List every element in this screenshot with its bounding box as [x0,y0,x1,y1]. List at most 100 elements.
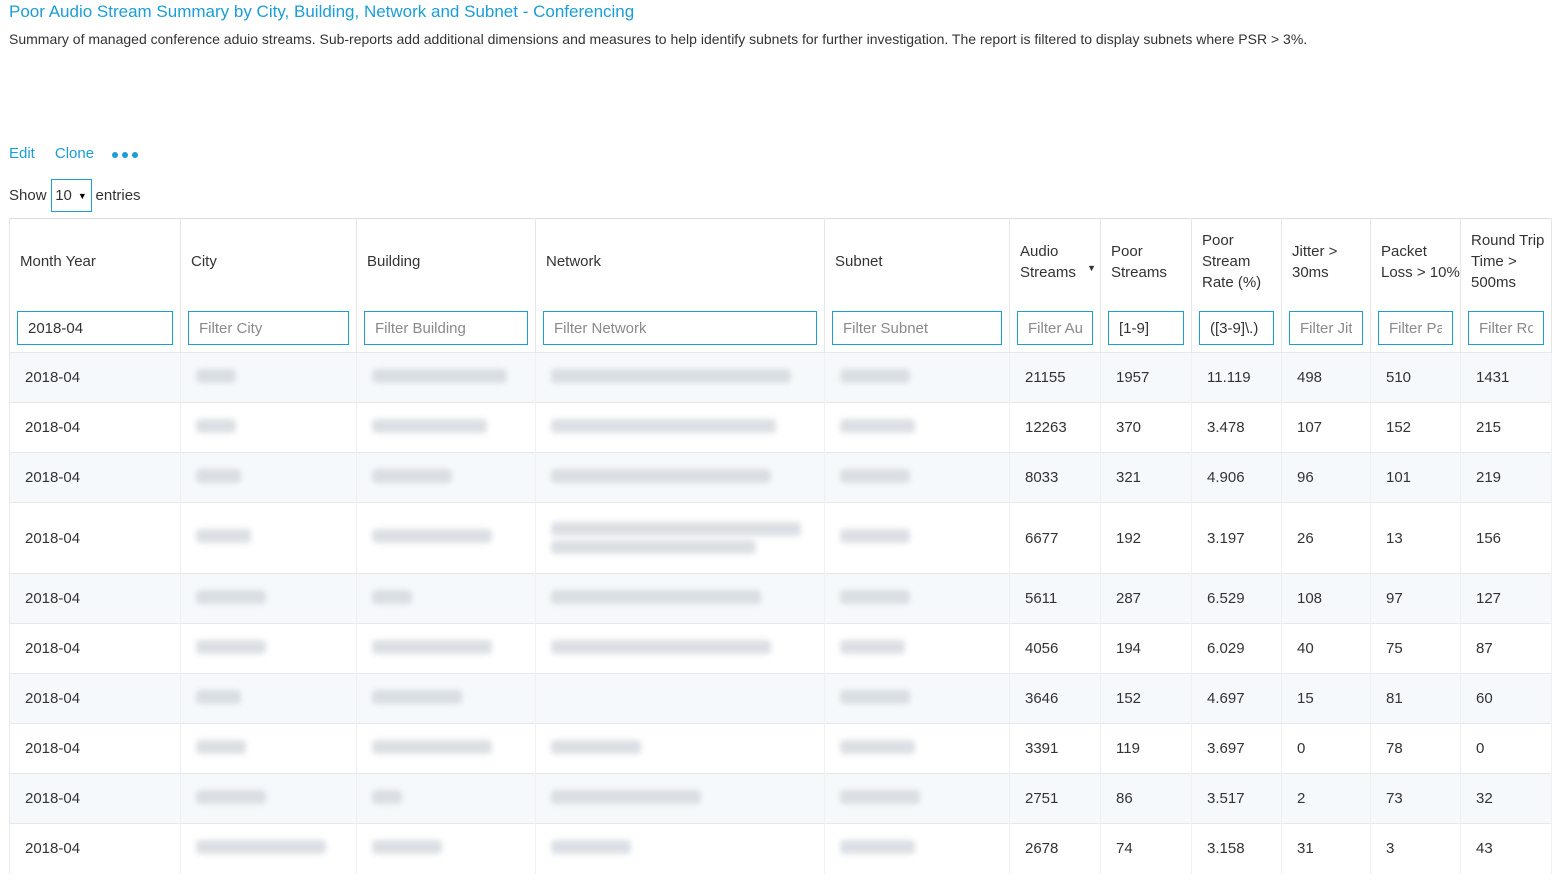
redacted-content [196,639,266,654]
cell-network [535,623,825,674]
redacted-content [372,468,452,483]
filter-network-input[interactable] [543,311,817,346]
column-header-audio-streams[interactable]: Audio Streams ▼ [1009,218,1101,305]
filter-jitter-input[interactable] [1289,311,1363,346]
cell-poor-stream-rate: 4.906 [1191,452,1282,503]
filter-audio-streams-input[interactable] [1017,311,1093,346]
redacted-content [372,839,442,854]
edit-link[interactable]: Edit [9,145,35,162]
redacted-content [551,739,641,754]
cell-building [356,623,536,674]
cell-round-trip-time: 60 [1460,673,1552,724]
redacted-content [551,639,771,654]
column-header-packet-loss[interactable]: Packet Loss > 10% [1370,218,1461,305]
filter-cell [180,304,357,353]
redacted-content [196,739,246,754]
column-header-jitter-label: Jitter > 30ms [1292,242,1338,281]
cell-building [356,502,536,574]
cell-jitter: 108 [1281,573,1371,624]
cell-network [535,402,825,453]
redacted-content [196,468,241,483]
cell-building [356,673,536,724]
column-header-network[interactable]: Network [535,218,825,305]
cell-network [535,352,825,403]
column-header-poor-stream-rate[interactable]: Poor Stream Rate (%) [1191,218,1282,305]
cell-packet-loss: 13 [1370,502,1461,574]
table-row: 2018-04 2751 86 3.517 2 73 32 [9,773,1552,824]
cell-network [535,773,825,824]
cell-poor-streams: 74 [1100,823,1192,874]
redacted-content [551,522,801,536]
cell-jitter: 2 [1281,773,1371,824]
cell-subnet [824,402,1010,453]
redacted-content [196,689,241,704]
column-header-subnet[interactable]: Subnet [824,218,1010,305]
redacted-content [196,839,326,854]
filter-poor-stream-rate-input[interactable] [1199,311,1274,346]
cell-month-year: 2018-04 [9,823,181,874]
filter-round-trip-input[interactable] [1468,311,1544,346]
cell-packet-loss: 73 [1370,773,1461,824]
redacted-content [196,529,251,543]
column-header-city[interactable]: City [180,218,357,305]
cell-audio-streams: 2751 [1009,773,1101,824]
redacted-content [372,529,492,543]
table-row: 2018-04 3646 152 4.697 15 81 60 [9,673,1552,724]
column-header-round-trip-time-label: Round Trip Time > 500ms [1471,232,1545,292]
cell-building [356,723,536,774]
page-length-control: Show 10 ▼ entries [9,179,141,212]
filter-building-input[interactable] [364,311,528,346]
more-horizontal-dots-icon[interactable] [112,150,139,158]
header-row: Month Year City Building Network Subnet … [9,218,1552,305]
cell-city [180,623,357,674]
cell-jitter: 96 [1281,452,1371,503]
cell-packet-loss: 75 [1370,623,1461,674]
redacted-content [551,522,824,554]
cell-audio-streams: 5611 [1009,573,1101,624]
cell-audio-streams: 3646 [1009,673,1101,724]
filter-month-year-input[interactable] [17,311,173,346]
cell-poor-streams: 370 [1100,402,1192,453]
redacted-content [840,589,910,604]
cell-network [535,452,825,503]
filter-cell [9,304,181,353]
table-row: 2018-04 4056 194 6.029 40 75 87 [9,623,1552,674]
cell-network [535,673,825,724]
report-title[interactable]: Poor Audio Stream Summary by City, Build… [9,2,634,22]
column-header-round-trip-time[interactable]: Round Trip Time > 500ms [1460,218,1552,305]
cell-round-trip-time: 87 [1460,623,1552,674]
clone-link[interactable]: Clone [55,145,94,162]
cell-audio-streams: 2678 [1009,823,1101,874]
cell-building [356,773,536,824]
cell-building [356,573,536,624]
column-header-building[interactable]: Building [356,218,536,305]
cell-round-trip-time: 43 [1460,823,1552,874]
column-header-poor-streams[interactable]: Poor Streams [1100,218,1192,305]
cell-round-trip-time: 0 [1460,723,1552,774]
cell-packet-loss: 78 [1370,723,1461,774]
entries-select[interactable]: 10 ▼ [50,179,92,212]
chevron-down-icon: ▼ [77,190,87,201]
cell-city [180,402,357,453]
filter-packet-loss-input[interactable] [1378,311,1453,346]
redacted-content [840,418,915,433]
cell-poor-stream-rate: 4.697 [1191,673,1282,724]
column-header-month-year[interactable]: Month Year [9,218,181,305]
cell-subnet [824,723,1010,774]
cell-city [180,502,357,574]
table-row: 2018-04 3391 119 3.697 0 78 0 [9,723,1552,774]
cell-poor-stream-rate: 3.697 [1191,723,1282,774]
filter-city-input[interactable] [188,311,349,346]
column-header-poor-stream-rate-label: Poor Stream Rate (%) [1202,232,1262,292]
cell-poor-stream-rate: 3.158 [1191,823,1282,874]
redacted-content [372,789,402,804]
cell-jitter: 40 [1281,623,1371,674]
filter-poor-streams-input[interactable] [1108,311,1184,346]
column-header-jitter[interactable]: Jitter > 30ms [1281,218,1371,305]
cell-subnet [824,623,1010,674]
cell-audio-streams: 21155 [1009,352,1101,403]
filter-cell [824,304,1010,353]
column-header-poor-streams-label: Poor Streams [1111,242,1167,281]
filter-subnet-input[interactable] [832,311,1002,346]
table-row: 2018-04 5611 287 6.529 108 97 127 [9,573,1552,624]
